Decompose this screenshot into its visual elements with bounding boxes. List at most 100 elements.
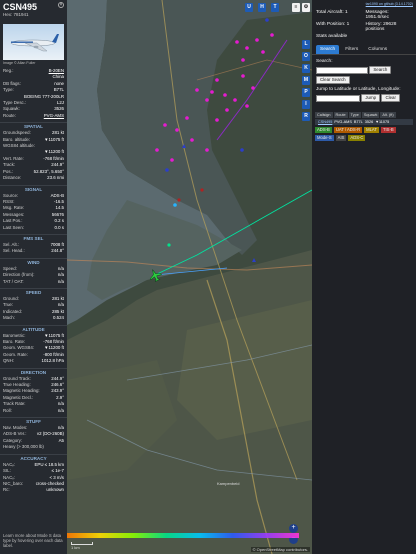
aircraft-table-header: Callsign Route Type Squawk Alt. (ft)	[312, 112, 416, 119]
search-input[interactable]	[316, 66, 368, 74]
info-row: TAT / OAT: n/a	[0, 279, 67, 285]
info-row: QNH: 1012.8 hPa	[0, 358, 67, 364]
map-toggle-h[interactable]: H	[258, 3, 266, 12]
source-chip: MLAT	[364, 127, 379, 134]
jump-button[interactable]: Jump	[361, 94, 381, 103]
info-key: Roll:	[3, 407, 12, 413]
info-header: CSN495 Hex: 781941 ×	[0, 0, 67, 22]
section-title: SIGNAL	[0, 184, 67, 193]
info-key: Type:	[3, 87, 14, 93]
tab-search[interactable]: Search	[316, 45, 340, 55]
info-value: ▼11075 ft	[44, 136, 64, 142]
info-key: TAT / OAT:	[3, 278, 24, 284]
source-chip: UAT / ADS-R	[333, 127, 363, 134]
tab-columns[interactable]: Columns	[364, 45, 391, 54]
zoom-in-button[interactable]: +	[289, 524, 298, 533]
search-label: Search:	[316, 59, 333, 65]
scale-label: 1 km	[71, 545, 80, 550]
info-key: Mach:	[3, 315, 15, 321]
section-title: DIRECTION	[0, 367, 67, 376]
table-row[interactable]: CSN495 PVG-AMS B77L 3526 ▼11075	[315, 119, 413, 126]
map-side-p[interactable]: P	[302, 88, 310, 97]
info-value: n/a	[57, 278, 64, 284]
section-title: SPATIAL	[0, 122, 67, 130]
map-toggle-t[interactable]: T	[271, 3, 279, 12]
info-key: Sel. Head.:	[3, 248, 25, 254]
info-footer: Learn more about Mode S data type by hov…	[3, 533, 63, 548]
info-row: Route: PVG-AMS	[0, 113, 67, 119]
info-value: n/a	[57, 407, 64, 413]
info-value: 244.8°	[51, 248, 64, 254]
section-title: ALTITUDE	[0, 324, 67, 333]
city-label: Kampenbeid	[217, 481, 239, 486]
map-view[interactable]: Kampenbeid UHT ≡ ⚙ LOKMPIR + − 1 km © Op…	[67, 0, 312, 554]
table-cell: B77L	[353, 120, 363, 125]
info-value: 0.0 s	[54, 224, 64, 230]
table-cell: 3526	[364, 120, 374, 125]
info-row: Mach: 0.524	[0, 315, 67, 321]
info-value: 23.6 nmi	[47, 175, 64, 181]
table-cell: PVG-AMS	[334, 120, 352, 125]
stat-item: With Position: 1	[316, 21, 350, 27]
section-title: FMS SEL	[0, 233, 67, 242]
info-row: Roll: n/a	[0, 408, 67, 414]
table-header[interactable]: Alt. (ft)	[380, 112, 396, 119]
photo-credit: Image © Allan Fuller	[3, 61, 36, 65]
table-header[interactable]: Squawk	[361, 112, 380, 119]
info-row: Heavy (> 300,000 lb)	[0, 444, 67, 450]
table-header[interactable]: Type	[348, 112, 361, 119]
layers-icon[interactable]: ≡	[292, 3, 300, 12]
map-side-o[interactable]: O	[302, 52, 310, 61]
info-value: 1012.8 hPa	[41, 358, 64, 364]
jump-label: Jump to Latitude or Latitude, Longitude:	[316, 87, 401, 93]
section-title: STUFF	[0, 417, 67, 425]
map-toggle-u[interactable]: U	[245, 3, 253, 12]
stat-item: Total Aircraft: 1	[316, 10, 348, 15]
stats-grid: Total Aircraft: 1 Messages: 1951.6/sec Wit…	[312, 6, 416, 39]
table-header[interactable]: Callsign	[315, 112, 333, 119]
section-title: SPEED	[0, 287, 67, 296]
tab-filters[interactable]: Filters	[341, 45, 362, 54]
map-side-m[interactable]: M	[302, 76, 310, 85]
info-key: Reg.:	[3, 68, 14, 73]
section-title: ACCURACY	[0, 453, 67, 462]
info-value: 0.524	[53, 315, 64, 321]
map-attribution[interactable]: © OpenStreetMap contributors.	[250, 547, 310, 552]
map-side-i[interactable]: I	[302, 100, 310, 109]
info-value[interactable]: PVG-AMS	[44, 113, 64, 119]
source-chip: TIS-B	[380, 127, 396, 134]
table-cell: CSN495	[318, 120, 333, 125]
map-side-r[interactable]: R	[302, 112, 310, 121]
map-scale: 1 km	[71, 542, 93, 550]
map-canvas[interactable]: Kampenbeid	[67, 0, 312, 554]
info-value: A5	[58, 437, 64, 443]
search-panel: Search: Search Clear Search Jump to Lati…	[312, 55, 416, 106]
stat-item: History: 29628 positions	[365, 21, 397, 33]
clear-button[interactable]: Clear	[381, 94, 400, 103]
info-row: Distance: 23.6 nmi	[0, 175, 67, 181]
callsign: CSN495	[3, 2, 38, 12]
source-legend: ADS-B UAT / ADS-R MLAT TIS-B Mode-S AIS ADS-C	[312, 126, 416, 142]
aircraft-info-panel: CSN495 Hex: 781941 × Image © Allan Fulle…	[0, 0, 67, 554]
hex-code: Hex: 781941	[3, 12, 29, 17]
close-icon[interactable]: ×	[58, 2, 64, 8]
map-side-k[interactable]: K	[302, 64, 310, 73]
table-header[interactable]: Route	[333, 112, 348, 119]
source-chip: AIS	[335, 135, 347, 142]
source-chip: Mode-S	[315, 135, 334, 142]
right-sidebar: tar1090 on github (3.14.1702) Total Airc…	[312, 0, 416, 554]
info-key: Distance:	[3, 175, 22, 181]
search-button[interactable]: Search	[369, 66, 392, 75]
info-row: Sel. Head.: 244.8°	[0, 248, 67, 254]
settings-icon[interactable]: ⚙	[302, 3, 310, 12]
altitude-color-legend	[67, 533, 299, 538]
info-key: Last Seen:	[3, 224, 24, 230]
stat-item: Messages: 1951.6/sec	[365, 10, 389, 21]
jump-input[interactable]	[316, 94, 360, 102]
aircraft-photo[interactable]	[3, 24, 64, 60]
info-key: WGS84 altitude:	[3, 143, 35, 149]
map-side-l[interactable]: L	[302, 40, 310, 49]
info-row: Last Seen: 0.0 s	[0, 225, 67, 231]
clear-search-button[interactable]: Clear Search	[316, 76, 350, 85]
info-key: Route:	[3, 112, 16, 118]
